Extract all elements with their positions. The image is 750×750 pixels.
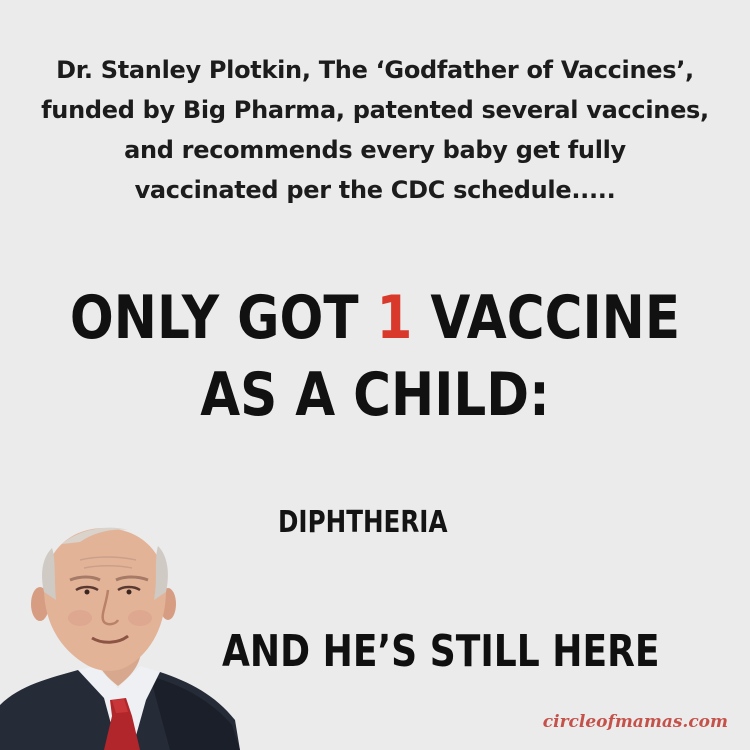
intro-text: Dr. Stanley Plotkin, The ‘Godfather of V…	[20, 50, 730, 210]
headline-line-1: ONLY GOT 1 VACCINE	[53, 283, 698, 353]
tagline: AND HE’S STILL HERE	[222, 626, 660, 677]
headline-line-2: AS A CHILD:	[200, 360, 550, 430]
intro-line-3: and recommends every baby get fully	[124, 136, 626, 164]
headline-number: 1	[376, 283, 413, 353]
watermark: circleofmamas.com	[542, 712, 728, 732]
headline-suffix: VACCINE	[412, 283, 681, 353]
meme-image: Dr. Stanley Plotkin, The ‘Godfather of V…	[0, 0, 750, 750]
intro-line-4: vaccinated per the CDC schedule.....	[134, 176, 616, 204]
intro-line-2: funded by Big Pharma, patented several v…	[41, 96, 709, 124]
portrait-photo	[0, 527, 240, 750]
intro-line-1: Dr. Stanley Plotkin, The ‘Godfather of V…	[56, 56, 694, 84]
vaccine-name: DIPHTHERIA	[278, 505, 448, 540]
headline-prefix: ONLY GOT	[69, 283, 377, 353]
